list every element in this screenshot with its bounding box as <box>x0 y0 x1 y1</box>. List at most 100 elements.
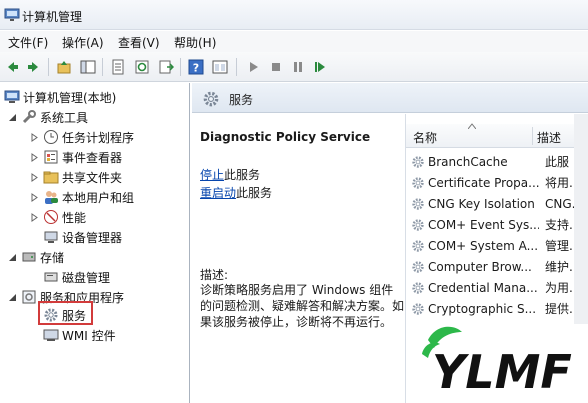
service-name: Credential Mana... <box>428 280 538 295</box>
refresh-icon <box>135 60 149 74</box>
menu-help[interactable]: 帮助(H) <box>174 34 216 51</box>
service-gear-icon <box>412 155 424 168</box>
tree-item-storage[interactable]: 存储 <box>8 247 64 267</box>
menu-bar: 文件(F) 操作(A) 查看(V) 帮助(H) <box>0 31 588 52</box>
service-gear-icon <box>412 260 424 273</box>
tree-label: 任务计划程序 <box>62 130 135 145</box>
collapsed-arrow-icon <box>31 132 38 142</box>
tree-item-performance[interactable]: 性能 <box>30 207 86 227</box>
tree-item-disk-management[interactable]: 磁盘管理 <box>43 267 110 287</box>
service-name: Certificate Propa... <box>428 175 539 190</box>
tree-item-wmi[interactable]: WMI 控件 <box>43 325 116 345</box>
service-gear-icon <box>412 218 424 231</box>
restart-service-button[interactable] <box>310 57 330 77</box>
list-item[interactable]: COM+ System A... 管理... <box>406 235 588 256</box>
back-button[interactable] <box>2 57 22 77</box>
tree-label: 存储 <box>40 250 65 265</box>
disk-management-icon <box>44 272 58 282</box>
restart-link[interactable]: 重启动 <box>200 186 236 200</box>
tree-item-system-tools[interactable]: 系统工具 <box>8 107 88 127</box>
menu-view[interactable]: 查看(V) <box>118 34 160 51</box>
list-header: 名称 描述 <box>406 123 588 148</box>
tree-item-event-viewer[interactable]: 事件查看器 <box>30 147 122 167</box>
service-gear-icon <box>412 197 424 210</box>
shared-folder-icon <box>43 171 59 184</box>
properties-button[interactable] <box>108 57 128 77</box>
up-button[interactable] <box>54 57 74 77</box>
collapsed-arrow-icon <box>31 192 38 202</box>
collapsed-arrow-icon <box>31 152 38 162</box>
tree-item-root[interactable]: 计算机管理(本地) <box>4 87 116 107</box>
service-description: 此服 <box>545 155 570 169</box>
list-item[interactable]: BranchCache 此服 <box>406 151 588 172</box>
tree-item-local-users[interactable]: 本地用户和组 <box>30 187 134 207</box>
view-icon <box>212 60 228 74</box>
expanded-arrow-icon <box>9 293 16 301</box>
list-item[interactable]: Credential Mana... 为用... <box>406 277 588 298</box>
list-item[interactable]: Computer Brow... 维护... <box>406 256 588 277</box>
refresh-button[interactable] <box>132 57 152 77</box>
list-item[interactable]: COM+ Event Sys... 支持... <box>406 214 588 235</box>
tree-item-shared-folders[interactable]: 共享文件夹 <box>30 167 122 187</box>
console-tree-icon <box>80 60 96 74</box>
tree-label: WMI 控件 <box>62 328 116 343</box>
services-header: 服务 <box>192 83 588 113</box>
description-text: 诊断策略服务启用了 Windows 组件的问题检测、疑难解答和解决方案。如果该服… <box>200 283 405 329</box>
help-button[interactable]: ? <box>186 57 206 77</box>
back-icon <box>8 62 18 72</box>
play-icon <box>250 62 258 72</box>
computer-management-icon <box>4 8 20 21</box>
menu-file[interactable]: 文件(F) <box>8 34 48 51</box>
service-gear-icon <box>412 239 424 252</box>
export-button[interactable] <box>156 57 176 77</box>
collapsed-arrow-icon <box>31 212 38 222</box>
toolbar-separator <box>180 58 181 76</box>
properties-icon <box>112 59 124 75</box>
stop-service-button[interactable] <box>266 57 286 77</box>
view-button[interactable] <box>210 57 230 77</box>
svg-text:?: ? <box>193 62 199 75</box>
menu-action[interactable]: 操作(A) <box>62 34 104 51</box>
logo-text: YLMF <box>432 345 572 399</box>
service-gear-icon <box>412 176 424 189</box>
computer-management-icon <box>4 90 20 103</box>
wmi-control-icon <box>43 329 59 341</box>
tree-item-device-manager[interactable]: 设备管理器 <box>43 227 122 247</box>
list-item[interactable]: Cryptographic S... 提供... <box>406 298 588 319</box>
console-tree-button[interactable] <box>78 57 98 77</box>
up-folder-icon <box>57 61 71 74</box>
column-header-name[interactable]: 名称 <box>413 129 437 146</box>
toolbar-separator <box>236 58 237 76</box>
selection-highlight <box>38 301 93 325</box>
stop-suffix: 此服务 <box>224 168 261 182</box>
toolbar-separator <box>48 58 49 76</box>
list-item[interactable]: Certificate Propa... 将用... <box>406 172 588 193</box>
tree-label: 计算机管理(本地) <box>23 90 117 105</box>
start-service-button[interactable] <box>244 57 264 77</box>
expanded-arrow-icon <box>9 113 16 121</box>
storage-icon <box>22 252 36 262</box>
column-divider[interactable] <box>532 127 533 145</box>
stop-icon <box>272 63 280 71</box>
users-icon <box>45 191 58 204</box>
system-tools-icon <box>22 110 36 124</box>
service-name: BranchCache <box>428 154 508 169</box>
pause-service-button[interactable] <box>288 57 308 77</box>
tree-label: 磁盘管理 <box>62 270 111 285</box>
stop-service-action: 停止此服务 <box>200 166 260 183</box>
toolbar-separator <box>102 58 103 76</box>
service-description-pane: Diagnostic Policy Service 停止此服务 重启动此服务 描… <box>192 114 405 403</box>
list-item[interactable]: CNG Key Isolation CNG... <box>406 193 588 214</box>
restart-service-action: 重启动此服务 <box>200 184 272 201</box>
collapsed-arrow-icon <box>31 172 38 182</box>
title-bar: 计算机管理 <box>0 0 588 30</box>
vertical-scrollbar[interactable] <box>574 114 588 324</box>
column-header-description[interactable]: 描述 <box>537 129 561 146</box>
restart-icon <box>315 62 325 72</box>
tree-item-task-scheduler[interactable]: 任务计划程序 <box>30 127 134 147</box>
device-manager-icon <box>44 231 58 243</box>
selected-service-name: Diagnostic Policy Service <box>200 130 371 144</box>
service-name: CNG Key Isolation <box>428 196 535 211</box>
forward-button[interactable] <box>24 57 44 77</box>
stop-link[interactable]: 停止 <box>200 168 224 182</box>
